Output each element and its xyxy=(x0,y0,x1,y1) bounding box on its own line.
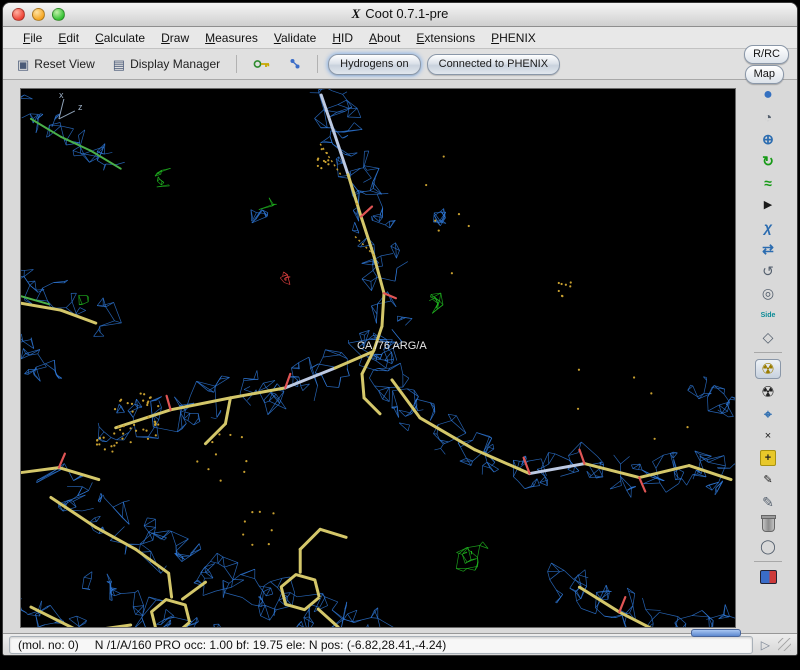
status-field: (mol. no: 0) N /1/A/160 PRO occ: 1.00 bf… xyxy=(9,635,753,654)
plus-box-icon: + xyxy=(760,450,776,466)
menu-edit[interactable]: Edit xyxy=(50,29,87,47)
menu-calculate[interactable]: Calculate xyxy=(87,29,153,47)
display-manager-icon: ▤ xyxy=(112,56,126,72)
mutate-pencil-icon[interactable]: ✎ xyxy=(756,493,780,511)
hydrogens-toggle-button[interactable]: Hydrogens on xyxy=(328,53,421,75)
menu-draw[interactable]: Draw xyxy=(153,29,197,47)
display-manager-label: Display Manager xyxy=(130,57,221,71)
side-chain-180-icon[interactable]: Side xyxy=(756,306,780,324)
reset-view-button[interactable]: ▣ Reset View xyxy=(11,55,101,73)
menu-extensions[interactable]: Extensions xyxy=(408,29,483,47)
key-icon xyxy=(253,60,270,68)
menu-validate[interactable]: Validate xyxy=(266,29,325,47)
x11-icon: X xyxy=(351,6,361,21)
edit-pencil-icon[interactable]: ✎ xyxy=(756,471,780,489)
coot-window: X Coot 0.7.1-pre File Edit Calculate Draw… xyxy=(2,2,798,656)
refine-target-icon[interactable]: ⌖ xyxy=(756,405,780,423)
density-scene xyxy=(21,89,735,627)
map-button[interactable]: Map xyxy=(744,65,784,84)
rrc-button[interactable]: R/RC xyxy=(744,45,789,64)
right-toolbar: ● ◔ ⊕ ↻ ≈ ▶ χ ⇄ ↺ ◎ Side ◇ ☢ ☢ ⌖ × + ✎ ✎… xyxy=(739,86,797,586)
window-title: Coot 0.7.1-pre xyxy=(365,6,449,21)
model-sphere-icon[interactable]: ● xyxy=(756,86,780,104)
jiggle-fit-icon[interactable]: ↺ xyxy=(756,262,780,280)
reset-view-icon: ▣ xyxy=(17,56,30,72)
molecule-icon xyxy=(290,59,300,69)
axis-z-label: z xyxy=(78,102,83,112)
toolbar-separator xyxy=(317,55,319,73)
rotate-zone-icon[interactable]: ↻ xyxy=(756,152,780,170)
ligand-builder-button[interactable] xyxy=(283,56,307,72)
translate-zone-icon[interactable]: ⊕ xyxy=(756,130,780,148)
status-atom-info: N /1/A/160 PRO occ: 1.00 bf: 19.75 ele: … xyxy=(94,637,447,652)
statusbar: (mol. no: 0) N /1/A/160 PRO occ: 1.00 bf… xyxy=(3,633,797,655)
atom-label: CA /76 ARG/A xyxy=(357,340,427,352)
titlebar[interactable]: X Coot 0.7.1-pre xyxy=(3,3,797,27)
ligand-fit-icon[interactable]: ◇ xyxy=(756,328,780,346)
clear-pending-icon[interactable]: × xyxy=(756,427,780,445)
delete-item-icon[interactable] xyxy=(756,514,780,533)
resize-grip[interactable] xyxy=(778,638,791,651)
menu-file[interactable]: File xyxy=(15,29,50,47)
flip-peptide-icon[interactable]: ⇄ xyxy=(756,240,780,258)
main-area: CA /76 ARG/A x z ● ◔ ⊕ ↻ ≈ ▶ χ ⇄ ↺ ◎ Sid… xyxy=(3,80,797,637)
real-space-refine-icon[interactable]: ☢ xyxy=(755,359,781,379)
regularize-zone-icon[interactable]: ☢ xyxy=(756,383,780,401)
edit-chi-angles-icon[interactable]: χ xyxy=(756,218,780,236)
menu-phenix[interactable]: PHENIX xyxy=(483,29,544,47)
add-terminal-residue-icon[interactable]: + xyxy=(756,449,780,467)
menu-measures[interactable]: Measures xyxy=(197,29,266,47)
toolbar-separator xyxy=(754,352,782,353)
status-mol-number: (mol. no: 0) xyxy=(18,637,79,652)
horizontal-scrollbar-thumb[interactable] xyxy=(691,629,741,637)
window-title-area: X Coot 0.7.1-pre xyxy=(3,6,797,22)
graphics-canvas[interactable]: CA /76 ARG/A x z xyxy=(20,88,736,628)
display-control-glyph xyxy=(759,570,777,584)
undo-circle-icon[interactable]: ◯ xyxy=(756,537,780,555)
trash-icon xyxy=(760,514,776,532)
menu-hid[interactable]: HID xyxy=(324,29,361,47)
display-control-icon[interactable] xyxy=(756,568,780,586)
axis-x-label: x xyxy=(59,90,64,100)
go-to-atom-button[interactable] xyxy=(247,57,277,71)
toolbar: ▣ Reset View ▤ Display Manager Hydrogens… xyxy=(3,49,797,80)
spin-search-icon[interactable]: ◎ xyxy=(756,284,780,302)
torsion-edit-icon[interactable]: ≈ xyxy=(756,174,780,192)
reset-view-label: Reset View xyxy=(34,57,95,71)
display-manager-button[interactable]: ▤ Display Manager xyxy=(107,55,226,73)
menubar: File Edit Calculate Draw Measures Valida… xyxy=(3,27,797,49)
menu-about[interactable]: About xyxy=(361,29,408,47)
toolbar-separator xyxy=(754,561,782,562)
toolbar-separator xyxy=(236,55,238,73)
symmetry-sphere-icon[interactable]: ◔ xyxy=(756,108,780,126)
phenix-connection-button[interactable]: Connected to PHENIX xyxy=(426,53,561,75)
accept-run-icon[interactable]: ▶ xyxy=(756,196,780,214)
expand-arrow-icon[interactable]: ▷ xyxy=(761,638,770,652)
